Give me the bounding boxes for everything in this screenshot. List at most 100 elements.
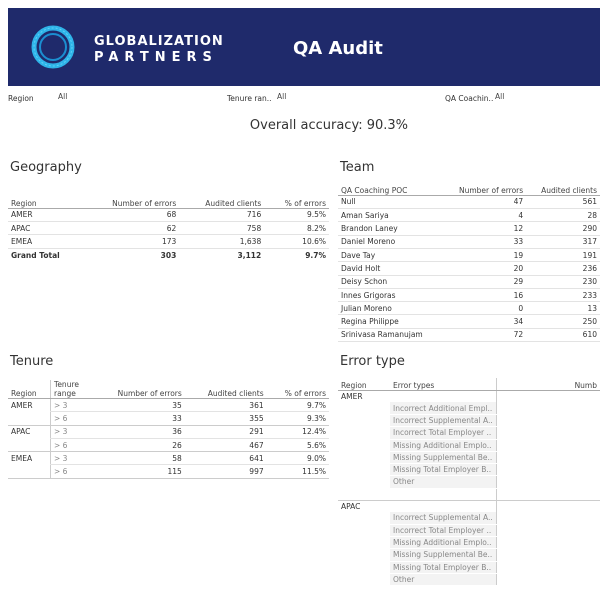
error-type-row: Missing Total Employer B.. [338, 561, 600, 574]
error-type-label: Missing Additional Emplo.. [390, 439, 497, 452]
cell: 19 [442, 248, 527, 263]
geo-header-audited: Audited clients [179, 195, 265, 209]
region-filter-label: Region [8, 94, 34, 103]
err-header-number: Numb [495, 378, 600, 391]
cell: 58 [92, 451, 185, 466]
error-type-label: Missing Total Employer B.. [390, 463, 497, 477]
geo-header-errors: Number of errors [83, 195, 180, 209]
error-type-row: Missing Supplemental Be.. [338, 451, 600, 465]
cell: 236 [526, 261, 600, 276]
tenure-row: AMER > 3 35 361 9.7% [8, 398, 329, 413]
geo-header-region: Region [8, 195, 84, 209]
cell [8, 438, 51, 453]
tenure-filter-label: Tenure ran.. [227, 94, 272, 103]
cell: Dave Tay [338, 248, 443, 263]
header-line: range [54, 389, 76, 398]
error-type-row: Other [338, 475, 600, 489]
cell [390, 390, 496, 402]
cell: Srinivasa Ramanujam [338, 328, 443, 343]
cell: 12.4% [266, 425, 329, 439]
team-row: Dave Tay 19 191 [338, 248, 600, 263]
overall-accuracy: Overall accuracy: 90.3% [249, 118, 408, 133]
cell: > 3 [50, 398, 93, 413]
brand-name-line1: GLOBALIZATION [94, 34, 224, 49]
cell: David Holt [338, 261, 443, 276]
table-row: APAC 62 758 8.2% [8, 221, 329, 236]
cell: 12 [442, 221, 527, 236]
cell [338, 537, 390, 549]
cell: > 6 [50, 464, 93, 479]
error-type-label: Other [390, 573, 497, 587]
cell [338, 512, 390, 524]
brand-name-line2: PARTNERS [94, 50, 218, 65]
tenure-filter[interactable]: Tenure ran.. All [227, 92, 286, 103]
table-row: AMER 68 716 9.5% [8, 208, 329, 223]
cell: EMEA [8, 234, 84, 249]
cell: 610 [526, 328, 600, 343]
cell: 20 [442, 261, 527, 276]
tenure-header-audited: Audited clients [184, 380, 267, 399]
error-type-row: Missing Additional Emplo.. [338, 439, 600, 452]
cell: 716 [179, 208, 265, 223]
cell: 29 [442, 275, 527, 289]
tenure-filter-value[interactable]: All [277, 92, 286, 101]
cell [495, 500, 600, 512]
cell [338, 561, 390, 573]
header-line: Tenure [54, 380, 79, 389]
cell: 355 [184, 411, 267, 426]
tenure-row: APAC > 3 36 291 12.4% [8, 425, 329, 439]
cell [8, 464, 51, 479]
cell [338, 427, 390, 439]
cell: 16 [442, 288, 527, 303]
tenure-header-pct: % of errors [266, 380, 329, 399]
cell [338, 476, 390, 488]
cell: 291 [184, 425, 267, 439]
cell: Innes Grigoras [338, 288, 443, 303]
region-filter-value[interactable]: All [58, 92, 67, 101]
cell [495, 548, 600, 561]
error-type-row: Incorrect Supplemental A.. [338, 414, 600, 428]
team-row: Deisy Schon 29 230 [338, 275, 600, 289]
cell: Deisy Schon [338, 275, 443, 289]
cell [390, 500, 496, 512]
cell [338, 524, 390, 536]
cell: 62 [83, 221, 180, 236]
error-type-row: Incorrect Total Employer .. [338, 524, 600, 538]
coach-filter[interactable]: QA Coachin.. All [445, 92, 504, 103]
error-region-row: AMER [338, 390, 600, 403]
cell [338, 549, 390, 561]
error-type-row: Incorrect Total Employer .. [338, 426, 600, 440]
group-separator [338, 488, 600, 501]
cell: 230 [526, 275, 600, 289]
cell: APAC [8, 221, 84, 236]
cell: 5.6% [266, 438, 329, 453]
cell [495, 426, 600, 439]
region-filter[interactable]: Region All [8, 92, 67, 103]
cell: > 3 [50, 451, 93, 466]
error-type-row: Missing Additional Emplo.. [338, 536, 600, 550]
cell: 997 [184, 464, 267, 479]
error-type-row: Incorrect Additional Empl.. [338, 402, 600, 416]
cell [338, 573, 390, 585]
error-type-label: Missing Total Employer B.. [390, 561, 497, 574]
cell [495, 524, 600, 537]
error-type-label: Incorrect Supplemental A.. [390, 414, 497, 428]
cell: > 3 [50, 425, 93, 439]
cell: 0 [442, 301, 527, 316]
coach-filter-value[interactable]: All [495, 92, 504, 101]
cell: 233 [526, 288, 600, 303]
cell: 72 [442, 328, 527, 343]
cell [495, 390, 600, 403]
team-row: Innes Grigoras 16 233 [338, 288, 600, 303]
cell: AMER [11, 400, 33, 410]
cell: 8.2% [264, 221, 329, 236]
err-header-region: Region [338, 378, 390, 391]
cell: Null [338, 195, 443, 210]
tenure-header-region: Region [8, 380, 51, 399]
cell: 68 [83, 208, 180, 223]
cell [495, 439, 600, 452]
cell: 115 [92, 464, 185, 479]
team-row: Julian Moreno 0 13 [338, 301, 600, 316]
tenure-table: Region Tenure range Number of errors Aud… [8, 380, 329, 479]
table-row: EMEA 173 1,638 10.6% [8, 234, 329, 249]
